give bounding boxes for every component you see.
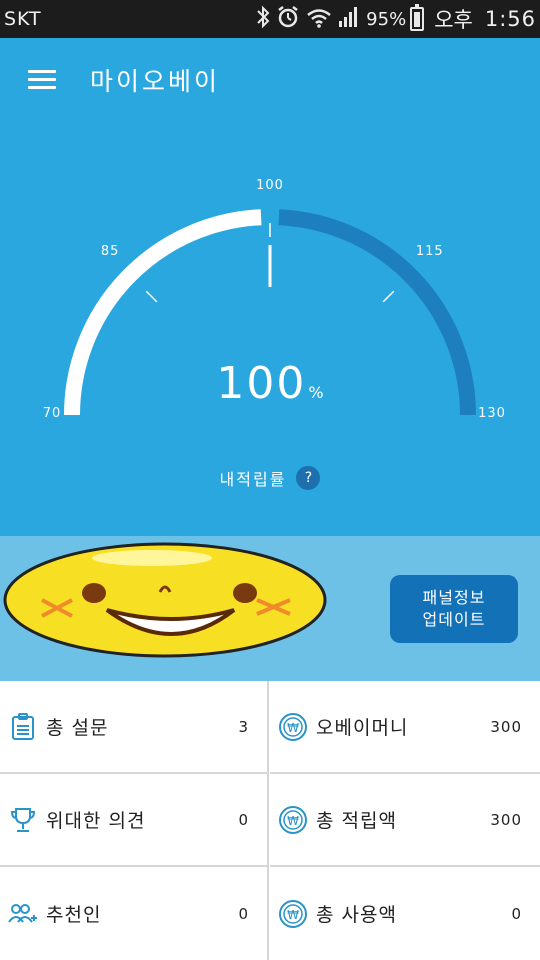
gauge-value: 100% [0, 358, 540, 409]
stat-label: 총 적립액 [316, 810, 397, 832]
stat-value: 3 [238, 717, 249, 736]
stat-obey-money[interactable]: ₩ 오베이머니 300 [270, 681, 540, 774]
gauge-tick-label: 115 [416, 244, 444, 259]
gauge-value-unit: % [308, 383, 324, 402]
rate-label-text: 내적립률 [219, 470, 287, 489]
svg-text:₩: ₩ [287, 721, 299, 735]
panel-info-update-button[interactable]: 패널정보 업데이트 [390, 575, 518, 643]
add-people-icon [8, 899, 38, 929]
battery-icon [410, 4, 425, 31]
won-coin-icon: ₩ [278, 805, 308, 835]
stat-label: 총 설문 [46, 717, 109, 739]
stat-total-earned[interactable]: ₩ 총 적립액 300 [270, 774, 540, 867]
rate-label: 내적립률 ? [0, 466, 540, 490]
update-button-line2: 업데이트 [422, 610, 486, 629]
stats-grid: 총 설문 3 ₩ 오베이머니 300 위대한 의견 0 ₩ 총 적립액 300 … [0, 681, 540, 960]
clock-ampm: 오후 [434, 8, 473, 32]
stat-label: 총 사용액 [316, 904, 397, 926]
stat-value: 300 [490, 717, 522, 736]
stat-referrals[interactable]: 추천인 0 [0, 867, 269, 960]
stat-total-used[interactable]: ₩ 총 사용액 0 [270, 867, 540, 960]
stat-label: 오베이머니 [316, 717, 409, 739]
gauge-tick-mark [382, 290, 395, 303]
stat-value: 0 [238, 904, 249, 923]
help-icon[interactable]: ? [296, 466, 321, 490]
won-coin-icon: ₩ [278, 712, 308, 742]
alarm-icon [276, 5, 300, 34]
bluetooth-icon [256, 5, 270, 34]
gauge-value-number: 100 [216, 358, 307, 409]
trophy-icon [8, 805, 38, 835]
status-icons: 95% 오후 1:56 [256, 4, 536, 34]
signal-icon [338, 6, 360, 33]
svg-text:₩: ₩ [287, 814, 299, 828]
wifi-icon [306, 6, 332, 33]
stat-label: 위대한 의견 [46, 810, 146, 832]
gauge-tick-mark [145, 290, 158, 303]
battery-percent: 95% [366, 8, 407, 30]
status-bar: SKT 95% 오후 1:56 [0, 0, 540, 38]
won-coin-icon: ₩ [278, 899, 308, 929]
stat-label: 추천인 [46, 904, 102, 926]
carrier-name: SKT [4, 8, 42, 30]
gauge-panel: 마이오베이 70 85 100 115 130 100% 내적립률 ? [0, 38, 540, 536]
svg-text:₩: ₩ [287, 908, 299, 922]
smiley-mascot-image [3, 542, 327, 658]
rate-gauge: 7085100115130 [43, 178, 505, 421]
banner: 패널정보 업데이트 [0, 536, 540, 681]
stat-value: 0 [511, 904, 522, 923]
gauge-tick-label: 85 [101, 244, 120, 259]
stat-value: 300 [490, 810, 522, 829]
gauge-tick-label: 100 [256, 178, 284, 193]
stat-value: 0 [238, 810, 249, 829]
update-button-line1: 패널정보 [422, 588, 486, 607]
stat-great-opinions[interactable]: 위대한 의견 0 [0, 774, 269, 867]
stat-total-surveys[interactable]: 총 설문 3 [0, 681, 269, 774]
clock-time: 1:56 [484, 7, 536, 31]
clipboard-icon [8, 712, 38, 742]
